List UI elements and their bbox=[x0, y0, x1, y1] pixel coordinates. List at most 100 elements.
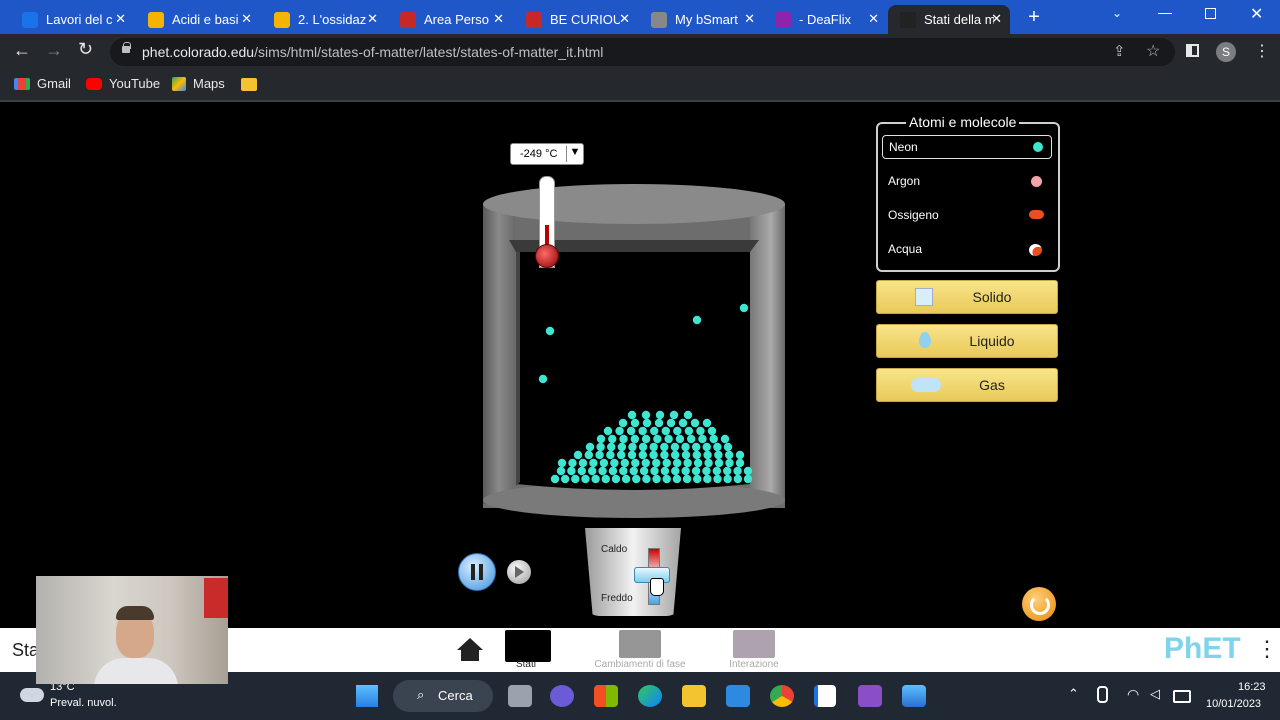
screen-interaction-icon[interactable] bbox=[733, 630, 775, 658]
step-forward-button[interactable] bbox=[507, 560, 531, 584]
temperature-readout[interactable]: -249 °C ▼ bbox=[510, 143, 584, 165]
neon-particle bbox=[671, 450, 680, 460]
neon-particle bbox=[617, 450, 626, 460]
tray-overflow-icon[interactable]: ⌃ bbox=[1068, 686, 1079, 702]
tab-close-icon[interactable]: ✕ bbox=[744, 11, 755, 27]
bookmark-maps[interactable]: Maps bbox=[172, 76, 225, 91]
neon-particle bbox=[692, 450, 701, 460]
tab-close-icon[interactable]: ✕ bbox=[991, 11, 1002, 27]
bookmark-folder-icon[interactable] bbox=[241, 78, 257, 91]
browser-tab[interactable]: Stati della m ✕ bbox=[888, 5, 1010, 34]
side-panel-icon[interactable] bbox=[1186, 44, 1199, 57]
gas-button[interactable]: Gas bbox=[876, 368, 1058, 402]
browser-toolbar: ← → ↻ phet.colorado.edu/sims/html/states… bbox=[0, 34, 1280, 70]
browser-tab[interactable]: 2. L'ossidaz ✕ bbox=[262, 5, 386, 34]
phet-logo[interactable]: PhET bbox=[1164, 632, 1241, 666]
neon-particle bbox=[627, 450, 637, 460]
neon-particle bbox=[684, 426, 694, 436]
neon-particle bbox=[642, 418, 652, 428]
teams-chat-icon[interactable] bbox=[550, 685, 574, 707]
tab-close-icon[interactable]: ✕ bbox=[367, 11, 378, 27]
screen-phase-changes-icon[interactable] bbox=[619, 630, 661, 658]
task-view-icon[interactable] bbox=[508, 685, 532, 707]
chrome-icon[interactable] bbox=[770, 685, 794, 707]
tab-search-icon[interactable]: ⌄ bbox=[1112, 6, 1122, 20]
mail-icon[interactable] bbox=[726, 685, 750, 707]
bookmark-gmail[interactable]: Gmail bbox=[14, 76, 71, 91]
bookmark-youtube[interactable]: YouTube bbox=[86, 76, 160, 91]
restore-button[interactable] bbox=[1205, 8, 1216, 19]
url-text: phet.colorado.edu/sims/html/states-of-ma… bbox=[142, 44, 604, 60]
classroom-icon bbox=[22, 11, 38, 28]
solid-button[interactable]: Solido bbox=[876, 280, 1058, 314]
neon-particle bbox=[596, 442, 605, 452]
neon-particle bbox=[638, 442, 648, 452]
address-bar[interactable]: phet.colorado.edu/sims/html/states-of-ma… bbox=[110, 38, 1175, 66]
battery-icon[interactable] bbox=[1173, 690, 1191, 703]
microphone-icon[interactable] bbox=[1097, 686, 1108, 703]
neon-particle bbox=[655, 410, 665, 420]
atoms-molecules-panel: Atomi e molecole Neon Argon Ossigeno Acq… bbox=[876, 114, 1060, 272]
neon-particle bbox=[598, 466, 607, 476]
neon-particle bbox=[653, 434, 662, 444]
profile-avatar[interactable]: S bbox=[1216, 42, 1236, 62]
clock-time[interactable]: 16:23 bbox=[1238, 681, 1266, 693]
neon-particle bbox=[626, 426, 636, 436]
phet-menu-icon[interactable]: ⋮ bbox=[1256, 636, 1278, 662]
back-icon[interactable]: ← bbox=[13, 40, 31, 61]
weather-icon[interactable] bbox=[20, 688, 44, 702]
reload-icon[interactable]: ↻ bbox=[78, 39, 93, 60]
atom-option-oxygen[interactable]: Ossigeno bbox=[882, 204, 1050, 226]
wifi-icon[interactable]: ◠ bbox=[1127, 686, 1139, 703]
atom-option-water[interactable]: Acqua bbox=[882, 238, 1050, 260]
reset-all-button[interactable] bbox=[1022, 587, 1056, 621]
neon-particle bbox=[560, 474, 570, 484]
neon-particle bbox=[619, 466, 628, 476]
tab-close-icon[interactable]: ✕ bbox=[115, 11, 126, 27]
neon-particle bbox=[599, 458, 609, 468]
share-icon[interactable]: ⇪ bbox=[1113, 42, 1126, 60]
docs-icon[interactable] bbox=[814, 685, 836, 707]
close-window-button[interactable]: ✕ bbox=[1250, 4, 1263, 24]
neon-particle bbox=[619, 434, 628, 444]
forward-icon[interactable]: → bbox=[45, 40, 63, 61]
volume-icon[interactable]: ◁ bbox=[1150, 686, 1160, 702]
browser-menu-icon[interactable]: ⋮ bbox=[1254, 41, 1270, 61]
browser-tab[interactable]: My bSmart ✕ bbox=[639, 5, 763, 34]
neon-particle bbox=[591, 474, 600, 484]
reset-icon bbox=[1030, 595, 1050, 615]
neon-particle bbox=[550, 474, 560, 484]
onenote-icon[interactable] bbox=[858, 685, 882, 707]
pause-button[interactable] bbox=[458, 553, 496, 591]
atom-option-neon[interactable]: Neon bbox=[882, 135, 1052, 159]
edge-icon[interactable] bbox=[638, 685, 662, 707]
screen-sketch-icon[interactable] bbox=[902, 685, 926, 707]
atom-option-argon[interactable]: Argon bbox=[882, 170, 1050, 192]
file-explorer-icon[interactable] bbox=[682, 685, 706, 707]
screen-states-icon[interactable] bbox=[505, 630, 551, 662]
ms-store-icon[interactable] bbox=[594, 685, 618, 707]
new-tab-button[interactable]: + bbox=[1024, 6, 1044, 28]
browser-tab[interactable]: BE CURIOU ✕ bbox=[514, 5, 638, 34]
neon-particle bbox=[630, 434, 640, 444]
temperature-units-dropdown[interactable]: ▼ bbox=[566, 146, 583, 162]
browser-tab[interactable]: - DeaFlix ✕ bbox=[763, 5, 887, 34]
clock-date[interactable]: 10/01/2023 bbox=[1206, 698, 1261, 710]
liquid-button[interactable]: Liquido bbox=[876, 324, 1058, 358]
tab-close-icon[interactable]: ✕ bbox=[241, 11, 252, 27]
browser-tab-strip: Lavori del c ✕ Acidi e basi ✕ 2. L'ossidaz ✕ A… bbox=[0, 0, 1280, 34]
browser-tab[interactable]: Area Perso ✕ bbox=[388, 5, 512, 34]
neon-particle bbox=[723, 442, 733, 452]
tab-close-icon[interactable]: ✕ bbox=[493, 11, 504, 27]
neon-particle bbox=[669, 410, 679, 420]
browser-tab[interactable]: Acidi e basi ✕ bbox=[136, 5, 260, 34]
tab-title: - DeaFlix bbox=[799, 12, 852, 27]
tab-close-icon[interactable]: ✕ bbox=[619, 11, 630, 27]
taskbar-search[interactable]: ⌕ Cerca bbox=[393, 680, 493, 712]
browser-tab[interactable]: Lavori del c ✕ bbox=[10, 5, 134, 34]
minimize-button[interactable]: — bbox=[1158, 4, 1172, 20]
tab-close-icon[interactable]: ✕ bbox=[868, 11, 879, 27]
neon-particle bbox=[581, 474, 590, 484]
bookmark-star-icon[interactable]: ☆ bbox=[1146, 41, 1160, 61]
start-icon[interactable] bbox=[356, 685, 378, 707]
